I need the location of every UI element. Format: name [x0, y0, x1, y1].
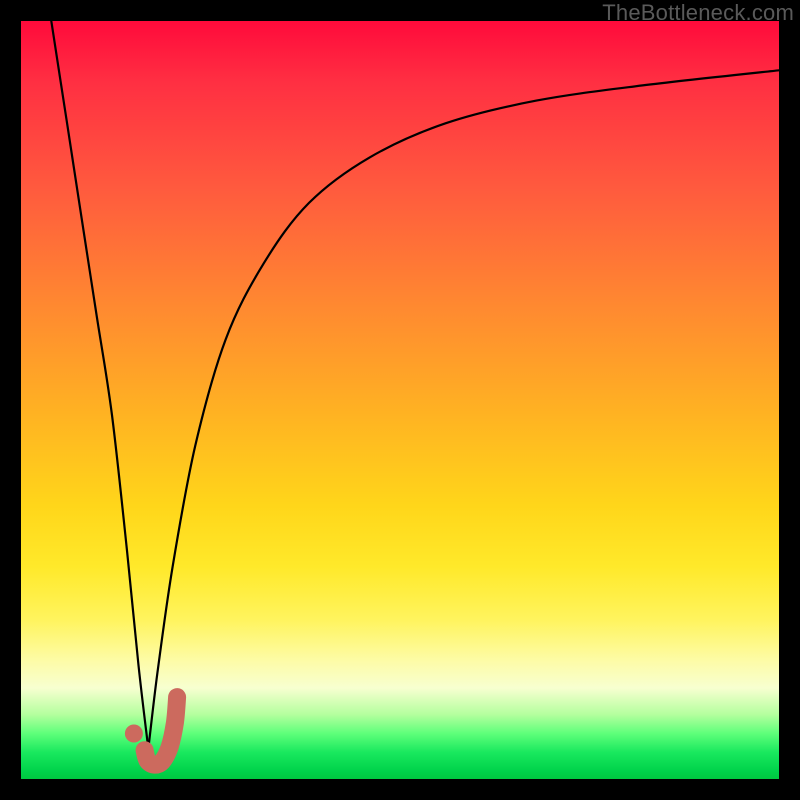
curve-left-branch — [51, 21, 148, 749]
chart-frame: TheBottleneck.com — [0, 0, 800, 800]
plot-area — [21, 21, 779, 779]
curve-right-branch — [148, 70, 779, 748]
curve-layer — [21, 21, 779, 779]
accent-dot — [125, 725, 143, 743]
